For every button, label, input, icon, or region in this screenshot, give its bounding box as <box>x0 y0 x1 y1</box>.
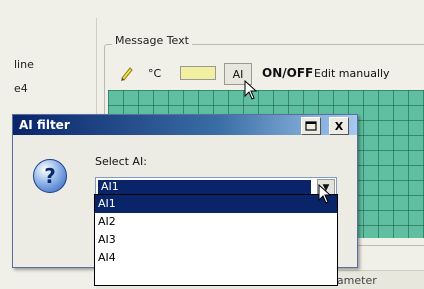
ai-select-value: AI1 <box>98 180 311 194</box>
close-button[interactable]: X <box>329 117 349 135</box>
dialog-title: AI filter <box>19 118 70 132</box>
left-item-1[interactable]: line <box>14 58 34 71</box>
celsius-button[interactable]: °C <box>148 62 176 84</box>
left-item-2[interactable]: e4 <box>14 82 28 95</box>
select-ai-label: Select AI: <box>95 155 147 168</box>
edit-manually-button[interactable]: Edit manually <box>314 62 390 84</box>
group-title: Message Text <box>112 34 192 47</box>
close-icon: X <box>334 119 344 133</box>
mouse-cursor-icon <box>318 184 332 204</box>
dialog-titlebar[interactable]: AI filter X <box>13 115 357 135</box>
help-button[interactable] <box>301 117 321 135</box>
question-icon: ? <box>33 159 67 193</box>
pencil-icon[interactable] <box>118 62 136 84</box>
ai-dropdown-list: AI1 AI2 AI3 AI4 <box>94 194 338 286</box>
dropdown-option-ai1[interactable]: AI1 <box>95 195 337 213</box>
dropdown-option-ai3[interactable]: AI3 <box>95 231 337 249</box>
mouse-cursor-icon <box>244 80 258 100</box>
color-box-button[interactable] <box>180 62 216 84</box>
dropdown-option-ai4[interactable]: AI4 <box>95 249 337 267</box>
onoff-button[interactable]: ON/OFF <box>262 62 313 84</box>
window-icon <box>305 121 317 131</box>
dropdown-option-ai2[interactable]: AI2 <box>95 213 337 231</box>
color-swatch <box>180 66 216 80</box>
